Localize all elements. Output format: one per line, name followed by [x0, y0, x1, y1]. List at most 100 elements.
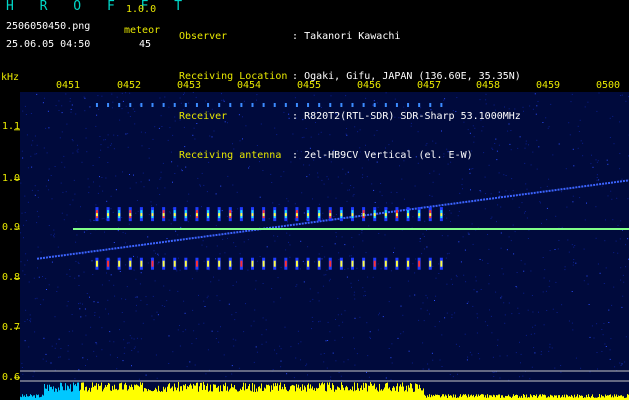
noise-pixel: [265, 341, 267, 343]
noise-pixel: [358, 279, 359, 281]
signal-meter-bar: [389, 387, 390, 400]
noise-pixel: [61, 212, 63, 214]
signal-meter-bar: [381, 389, 382, 400]
noise-pixel: [549, 346, 551, 348]
noise-pixel: [215, 258, 217, 260]
noise-pixel: [136, 296, 138, 298]
noise-pixel: [330, 376, 332, 378]
noise-pixel: [123, 339, 125, 341]
signal-meter-bar: [439, 395, 440, 400]
signal-meter-bar: [437, 394, 438, 400]
meteor-ping-lower-core: [429, 260, 432, 267]
signal-meter-bar: [87, 391, 88, 400]
noise-pixel: [59, 137, 61, 139]
noise-pixel: [157, 314, 159, 316]
noise-pixel: [465, 281, 467, 283]
noise-pixel: [573, 246, 575, 248]
noise-pixel: [93, 181, 94, 183]
noise-pixel: [512, 224, 514, 226]
signal-meter-bar: [368, 385, 369, 400]
noise-pixel: [28, 281, 30, 283]
noise-pixel: [340, 375, 342, 377]
meteor-ping-lower-core: [251, 260, 254, 267]
noise-pixel: [578, 131, 580, 132]
noise-pixel: [21, 150, 23, 152]
noise-pixel: [211, 330, 213, 332]
signal-meter-bar: [586, 394, 587, 400]
signal-meter-bar: [315, 390, 316, 400]
noise-pixel: [140, 272, 142, 274]
noise-pixel: [286, 232, 288, 234]
signal-meter-bar: [558, 395, 559, 400]
signal-meter-bar: [444, 396, 445, 400]
noise-pixel: [34, 153, 36, 155]
noise-pixel: [484, 208, 486, 210]
signal-meter-bar: [533, 395, 534, 400]
signal-meter-bar: [243, 382, 244, 400]
signal-meter-bar: [78, 382, 79, 400]
signal-meter-bar: [588, 394, 589, 400]
signal-meter-bar: [154, 389, 155, 400]
noise-pixel: [367, 355, 369, 357]
noise-pixel: [218, 341, 220, 343]
noise-pixel: [467, 301, 469, 303]
noise-pixel: [37, 196, 39, 198]
noise-pixel: [101, 327, 103, 329]
noise-pixel: [321, 246, 323, 247]
signal-meter-bar: [122, 389, 123, 400]
noise-pixel: [330, 379, 331, 381]
signal-meter-bar: [163, 386, 164, 400]
noise-pixel: [338, 325, 340, 327]
signal-meter-bar: [65, 383, 66, 400]
noise-pixel: [272, 369, 274, 371]
noise-pixel: [61, 161, 63, 163]
noise-pixel: [259, 256, 261, 257]
noise-pixel: [273, 301, 275, 303]
noise-pixel: [354, 317, 356, 319]
noise-pixel: [475, 276, 477, 278]
noise-pixel: [521, 202, 523, 204]
noise-pixel: [613, 143, 615, 145]
signal-meter-bar: [559, 395, 560, 400]
noise-pixel: [612, 219, 614, 221]
signal-meter-bar: [147, 391, 148, 400]
signal-meter-bar: [619, 396, 620, 400]
noise-pixel: [129, 174, 130, 175]
signal-meter-bar: [212, 391, 213, 400]
noise-pixel: [89, 219, 91, 221]
signal-meter-bar: [237, 391, 238, 400]
noise-pixel: [77, 148, 79, 150]
observer-value: Takanori Kawachi: [304, 31, 401, 43]
noise-pixel: [48, 189, 50, 191]
noise-pixel: [528, 144, 529, 146]
x-tick-label: 0500: [596, 80, 621, 91]
signal-meter-bar: [287, 391, 288, 400]
noise-pixel: [133, 174, 134, 176]
noise-pixel: [329, 331, 331, 333]
noise-pixel: [231, 365, 233, 367]
x-tick-label: 0453: [177, 80, 202, 91]
noise-pixel: [160, 211, 162, 213]
noise-pixel: [128, 223, 130, 225]
noise-pixel: [456, 276, 458, 278]
noise-pixel: [237, 208, 239, 210]
noise-pixel: [157, 263, 159, 265]
meteor-ping-top-echo: [151, 103, 154, 107]
meteor-ping-lower-core: [240, 260, 243, 267]
signal-meter-bar: [275, 382, 276, 400]
noise-pixel: [187, 221, 189, 223]
noise-pixel: [420, 308, 422, 310]
signal-meter-bar: [53, 386, 54, 400]
noise-pixel: [466, 359, 468, 361]
noise-pixel: [96, 343, 98, 345]
noise-pixel: [127, 133, 129, 135]
signal-meter-bar: [235, 389, 236, 400]
noise-pixel: [235, 339, 237, 341]
signal-meter-bar: [257, 391, 258, 400]
noise-pixel: [192, 309, 194, 311]
noise-pixel: [294, 203, 296, 205]
noise-pixel: [85, 137, 87, 139]
noise-pixel: [58, 356, 60, 358]
noise-pixel: [321, 258, 323, 260]
signal-meter-bar: [176, 390, 177, 400]
